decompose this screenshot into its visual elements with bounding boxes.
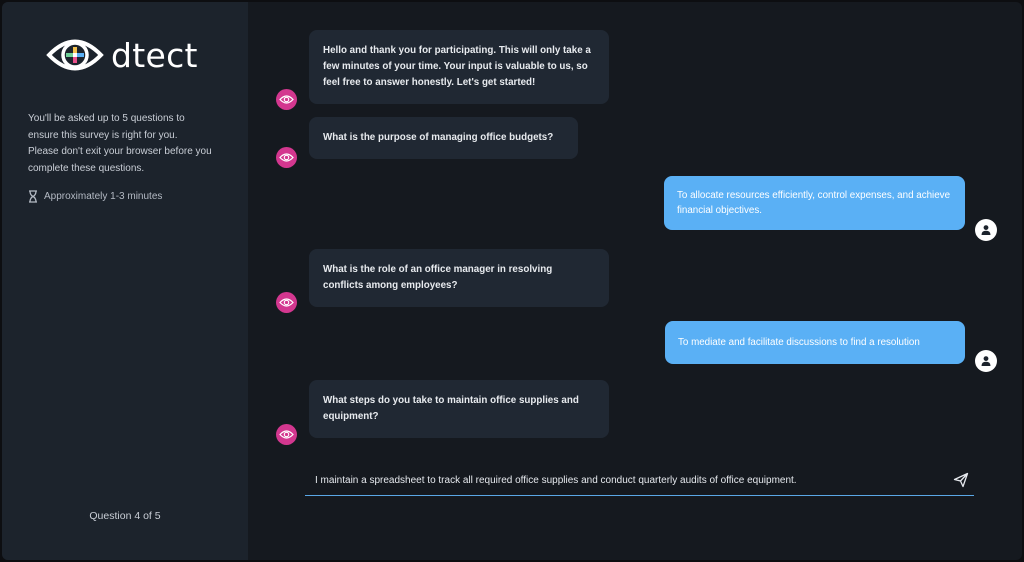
bot-message: What is the role of an office manager in… xyxy=(309,249,609,307)
eye-icon xyxy=(279,298,294,307)
hourglass-icon xyxy=(29,190,37,203)
message-text: To mediate and facilitate discussions to… xyxy=(678,337,920,348)
question-progress: Question 4 of 5 xyxy=(89,510,161,522)
eye-icon xyxy=(279,430,294,439)
message-text: To allocate resources efficiently, contr… xyxy=(677,190,951,216)
send-button[interactable] xyxy=(952,471,970,489)
duration-estimate: Approximately 1-3 minutes xyxy=(28,190,162,203)
bot-message: What steps do you take to maintain offic… xyxy=(309,380,609,438)
bot-avatar xyxy=(276,424,297,445)
sidebar: dtect You'll be asked up to 5 questions … xyxy=(2,2,248,560)
eye-icon xyxy=(279,153,294,162)
user-avatar xyxy=(975,219,997,241)
survey-intro: You'll be asked up to 5 questions to ens… xyxy=(28,111,238,177)
chat-area: Hello and thank you for participating. T… xyxy=(248,2,1022,560)
user-message: To allocate resources efficiently, contr… xyxy=(664,176,965,230)
bot-message: What is the purpose of managing office b… xyxy=(309,117,578,159)
user-message: To mediate and facilitate discussions to… xyxy=(665,321,965,364)
person-icon xyxy=(981,356,991,366)
message-text: What is the role of an office manager in… xyxy=(323,264,553,291)
message-text: What is the purpose of managing office b… xyxy=(323,132,554,143)
message-text: Hello and thank you for participating. T… xyxy=(323,45,591,88)
bot-avatar xyxy=(276,292,297,313)
bot-avatar xyxy=(276,147,297,168)
app-window: dtect You'll be asked up to 5 questions … xyxy=(2,2,1022,560)
message-text: What steps do you take to maintain offic… xyxy=(323,395,579,422)
send-icon xyxy=(953,472,969,488)
intro-line: You'll be asked up to 5 questions to xyxy=(28,113,185,124)
bot-message: Hello and thank you for participating. T… xyxy=(309,30,609,104)
intro-line: Please don't exit your browser before yo… xyxy=(28,146,212,157)
answer-input-row xyxy=(305,465,974,496)
logo-eye-icon xyxy=(46,39,104,71)
duration-text: Approximately 1-3 minutes xyxy=(44,191,163,202)
answer-input[interactable] xyxy=(315,471,935,489)
intro-line: ensure this survey is right for you. xyxy=(28,129,178,141)
eye-icon xyxy=(279,95,294,104)
bot-avatar xyxy=(276,89,297,110)
intro-line: complete these questions. xyxy=(28,162,145,174)
user-avatar xyxy=(975,350,997,372)
brand-name: dtect xyxy=(111,35,198,75)
brand-logo: dtect xyxy=(46,34,198,76)
person-icon xyxy=(981,225,991,235)
